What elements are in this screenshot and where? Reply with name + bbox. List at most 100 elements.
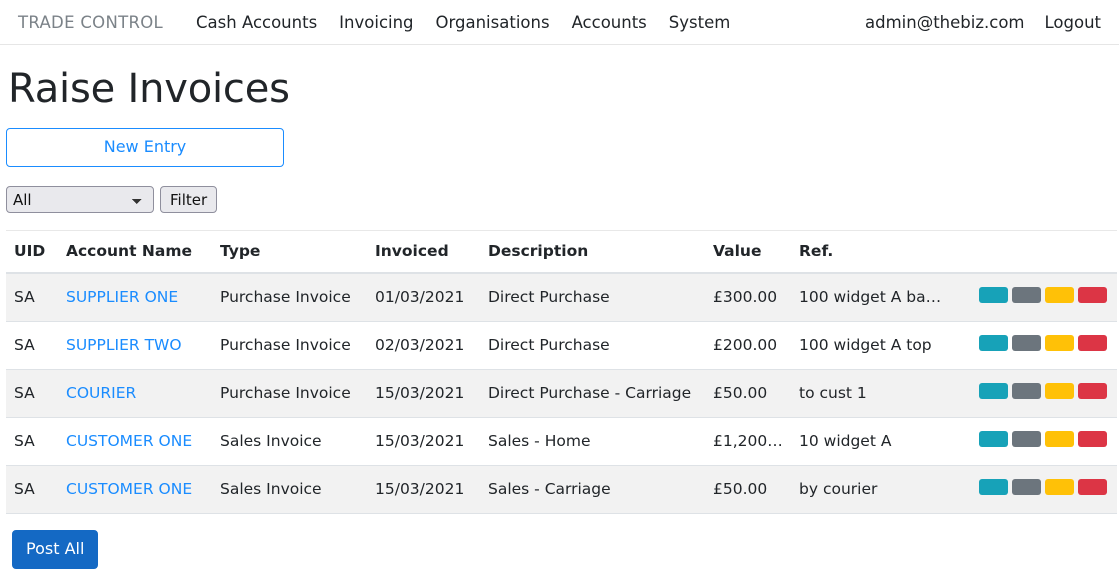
cell-invoiced: 15/03/2021 [367, 465, 480, 515]
filter-button[interactable]: Filter [160, 186, 218, 214]
cell-value: £200.00 [705, 321, 791, 370]
cell-account-name: SUPPLIER TWO [58, 321, 212, 370]
filter-select[interactable]: All [6, 186, 154, 214]
cell-account-name: COURIER [58, 369, 212, 418]
column-header-invoiced: Invoiced [367, 230, 480, 275]
invoices-table-body: SA SUPPLIER ONE Purchase Invoice 01/03/2021… [6, 272, 1117, 515]
cell-invoiced: 15/03/2021 [367, 369, 480, 418]
column-header-ref: Ref. [791, 230, 951, 275]
cell-type: Purchase Invoice [212, 369, 367, 418]
navbar-menu: Cash Accounts Invoicing Organisations Ac… [185, 13, 741, 32]
table-row: SA SUPPLIER TWO Purchase Invoice 02/03/2021… [6, 321, 1117, 370]
row-action-group [979, 335, 1107, 352]
delete-action-button[interactable] [1078, 479, 1107, 496]
view-action-button[interactable] [979, 335, 1008, 352]
column-header-value: Value [705, 230, 791, 275]
edit-action-button[interactable] [1012, 479, 1041, 496]
main-content: Raise Invoices New Entry All Filter UID … [0, 69, 1119, 569]
nav-link-invoicing[interactable]: Invoicing [328, 13, 424, 32]
post-all-button[interactable]: Post All [12, 530, 99, 569]
view-action-button[interactable] [979, 383, 1008, 400]
delete-action-button[interactable] [1078, 383, 1107, 400]
cell-ref: by courier [791, 465, 951, 515]
column-header-account-name: Account Name [58, 230, 212, 275]
filter-bar: All Filter [6, 186, 1111, 214]
top-navbar: TRADE CONTROL Cash Accounts Invoicing Or… [0, 0, 1119, 45]
cell-description: Sales - Home [480, 417, 705, 466]
table-row: SA CUSTOMER ONE Sales Invoice 15/03/2021 Sal… [6, 417, 1117, 466]
cell-ref: 100 widget A base [791, 272, 951, 322]
cell-actions [951, 272, 1117, 322]
post-action-button[interactable] [1045, 479, 1074, 496]
cell-type: Sales Invoice [212, 465, 367, 515]
nav-item-system: System [658, 13, 742, 32]
cell-type: Sales Invoice [212, 417, 367, 466]
nav-link-cash-accounts[interactable]: Cash Accounts [185, 13, 328, 32]
view-action-button[interactable] [979, 479, 1008, 496]
logout-link[interactable]: Logout [1035, 13, 1106, 32]
invoices-table-wrapper: UID Account Name Type Invoiced Descripti… [6, 230, 1117, 515]
cell-ref: 10 widget A [791, 417, 951, 466]
table-row: SA CUSTOMER ONE Sales Invoice 15/03/2021 Sal… [6, 465, 1117, 515]
nav-link-organisations[interactable]: Organisations [425, 13, 561, 32]
cell-account-name: CUSTOMER ONE [58, 417, 212, 466]
column-header-description: Description [480, 230, 705, 275]
cell-actions [951, 465, 1117, 515]
view-action-button[interactable] [979, 431, 1008, 448]
cell-uid: SA [6, 465, 58, 515]
cell-type: Purchase Invoice [212, 321, 367, 370]
cell-ref: 100 widget A top [791, 321, 951, 370]
cell-uid: SA [6, 272, 58, 322]
cell-invoiced: 01/03/2021 [367, 272, 480, 322]
nav-item-accounts: Accounts [561, 13, 658, 32]
navbar-brand[interactable]: TRADE CONTROL [18, 13, 163, 32]
invoices-table-head: UID Account Name Type Invoiced Descripti… [6, 230, 1117, 275]
user-email-link[interactable]: admin@thebiz.com [855, 13, 1034, 32]
view-action-button[interactable] [979, 287, 1008, 304]
nav-link-accounts[interactable]: Accounts [561, 13, 658, 32]
nav-link-system[interactable]: System [658, 13, 742, 32]
cell-description: Sales - Carriage [480, 465, 705, 515]
delete-action-button[interactable] [1078, 335, 1107, 352]
cell-invoiced: 02/03/2021 [367, 321, 480, 370]
navbar-user-area: admin@thebiz.com Logout [855, 13, 1105, 32]
account-name-link[interactable]: COURIER [66, 384, 136, 402]
account-name-link[interactable]: SUPPLIER ONE [66, 288, 178, 306]
post-action-button[interactable] [1045, 431, 1074, 448]
cell-ref: to cust 1 [791, 369, 951, 418]
cell-invoiced: 15/03/2021 [367, 417, 480, 466]
edit-action-button[interactable] [1012, 383, 1041, 400]
edit-action-button[interactable] [1012, 431, 1041, 448]
cell-uid: SA [6, 369, 58, 418]
cell-uid: SA [6, 417, 58, 466]
post-action-button[interactable] [1045, 383, 1074, 400]
cell-value: £300.00 [705, 272, 791, 322]
edit-action-button[interactable] [1012, 335, 1041, 352]
table-row: SA COURIER Purchase Invoice 15/03/2021 Direc… [6, 369, 1117, 418]
row-action-group [979, 479, 1107, 496]
page-title: Raise Invoices [8, 66, 290, 112]
delete-action-button[interactable] [1078, 431, 1107, 448]
account-name-link[interactable]: SUPPLIER TWO [66, 336, 182, 354]
post-action-button[interactable] [1045, 335, 1074, 352]
account-name-link[interactable]: CUSTOMER ONE [66, 480, 192, 498]
cell-value: £1,200.00 [705, 417, 791, 466]
cell-actions [951, 321, 1117, 370]
cell-description: Direct Purchase [480, 272, 705, 322]
table-header-row: UID Account Name Type Invoiced Descripti… [6, 230, 1117, 275]
post-action-button[interactable] [1045, 287, 1074, 304]
new-entry-button[interactable]: New Entry [6, 128, 284, 168]
row-action-group [979, 383, 1107, 400]
cell-account-name: CUSTOMER ONE [58, 465, 212, 515]
edit-action-button[interactable] [1012, 287, 1041, 304]
cell-actions [951, 417, 1117, 466]
column-header-actions [951, 230, 1117, 275]
cell-description: Direct Purchase - Carriage [480, 369, 705, 418]
delete-action-button[interactable] [1078, 287, 1107, 304]
row-action-group [979, 287, 1107, 304]
column-header-uid: UID [6, 230, 58, 275]
cell-description: Direct Purchase [480, 321, 705, 370]
account-name-link[interactable]: CUSTOMER ONE [66, 432, 192, 450]
nav-item-invoicing: Invoicing [328, 13, 424, 32]
column-header-type: Type [212, 230, 367, 275]
